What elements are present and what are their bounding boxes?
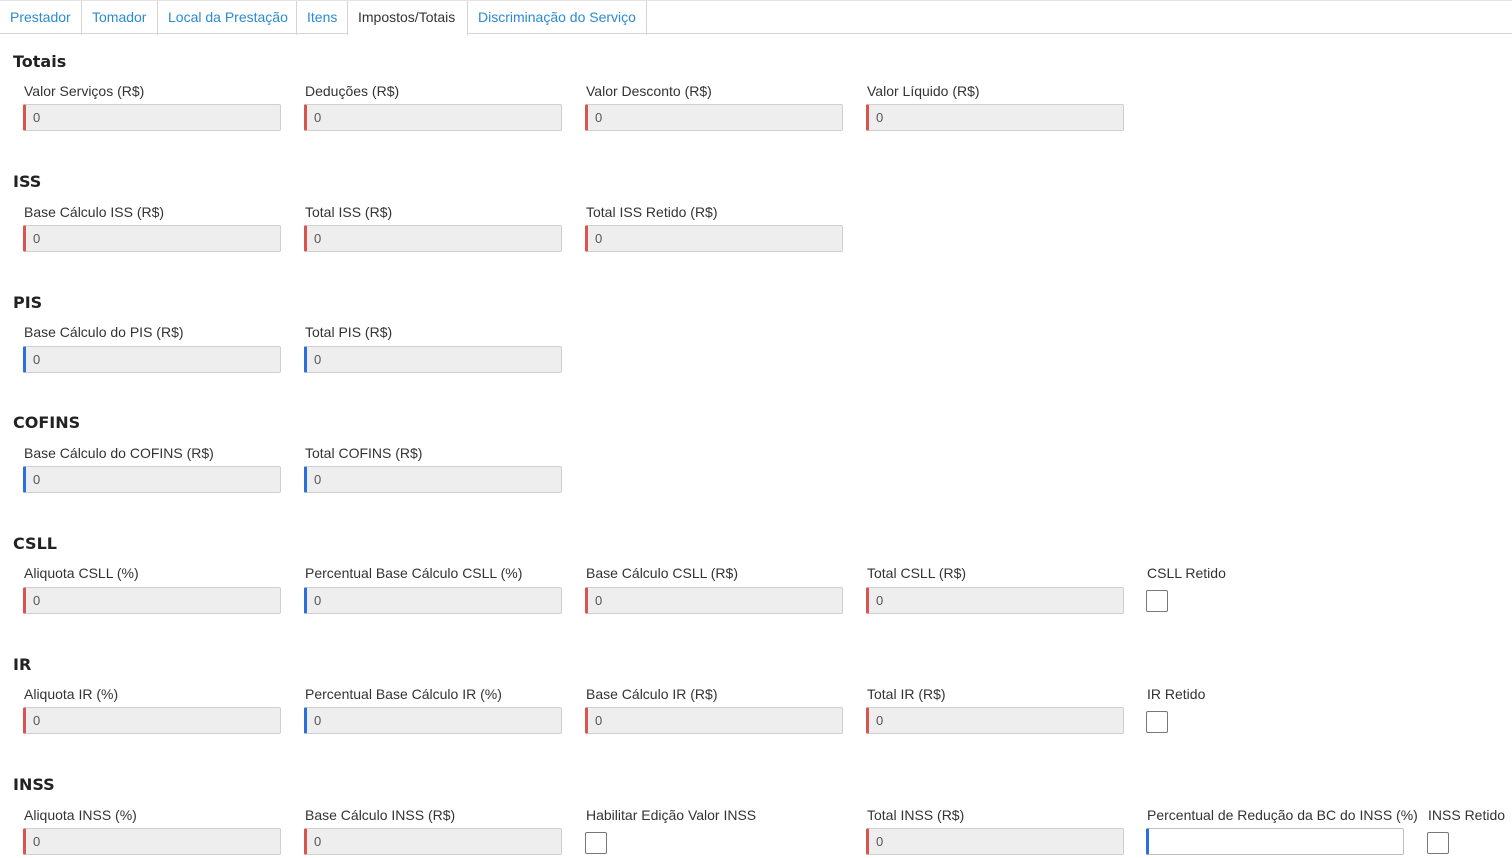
total-iss-label: Total ISS (R$) bbox=[305, 204, 393, 220]
base-calculo-cofins-label: Base Cálculo do COFINS (R$) bbox=[24, 445, 214, 461]
base-calculo-ir-label: Base Cálculo IR (R$) bbox=[586, 686, 718, 702]
section-title-iss: ISS bbox=[13, 172, 42, 191]
aliquota-inss-input[interactable]: 0 bbox=[23, 828, 281, 855]
total-cofins-label: Total COFINS (R$) bbox=[305, 445, 423, 461]
aliquota-csll-input[interactable]: 0 bbox=[23, 587, 281, 614]
habilitar-edicao-inss-checkbox[interactable] bbox=[585, 832, 607, 854]
percentual-base-csll-input[interactable]: 0 bbox=[304, 587, 562, 614]
tab-discriminacao-do-servico[interactable]: Discriminação do Serviço bbox=[468, 1, 647, 35]
total-iss-input[interactable]: 0 bbox=[304, 225, 562, 252]
total-iss-retido-label: Total ISS Retido (R$) bbox=[586, 204, 718, 220]
csll-retido-label: CSLL Retido bbox=[1147, 565, 1226, 581]
tab-prestador[interactable]: Prestador bbox=[0, 1, 82, 35]
total-ir-label: Total IR (R$) bbox=[867, 686, 946, 702]
base-calculo-csll-label: Base Cálculo CSLL (R$) bbox=[586, 565, 738, 581]
valor-liquido-input[interactable]: 0 bbox=[866, 104, 1124, 131]
tab-tomador[interactable]: Tomador bbox=[82, 1, 158, 35]
valor-desconto-input[interactable]: 0 bbox=[585, 104, 843, 131]
base-calculo-pis-label: Base Cálculo do PIS (R$) bbox=[24, 324, 184, 340]
ir-retido-label: IR Retido bbox=[1147, 686, 1206, 702]
section-title-csll: CSLL bbox=[13, 534, 57, 553]
deducoes-label: Deduções (R$) bbox=[305, 83, 400, 99]
tab-bar: Prestador Tomador Local da Prestação Ite… bbox=[0, 0, 1512, 36]
total-pis-label: Total PIS (R$) bbox=[305, 324, 393, 340]
aliquota-ir-input[interactable]: 0 bbox=[23, 707, 281, 734]
total-cofins-input[interactable]: 0 bbox=[304, 466, 562, 493]
total-inss-label: Total INSS (R$) bbox=[867, 807, 965, 823]
aliquota-inss-label: Aliquota INSS (%) bbox=[24, 807, 137, 823]
inss-retido-checkbox[interactable] bbox=[1427, 832, 1449, 854]
percentual-base-ir-input[interactable]: 0 bbox=[304, 707, 562, 734]
section-title-totais: Totais bbox=[13, 52, 67, 71]
tab-impostos-totais[interactable]: Impostos/Totais bbox=[348, 1, 468, 36]
base-calculo-inss-label: Base Cálculo INSS (R$) bbox=[305, 807, 456, 823]
base-calculo-cofins-input[interactable]: 0 bbox=[23, 466, 281, 493]
ir-retido-checkbox[interactable] bbox=[1146, 711, 1168, 733]
base-calculo-ir-input[interactable]: 0 bbox=[585, 707, 843, 734]
base-calculo-csll-input[interactable]: 0 bbox=[585, 587, 843, 614]
valor-servicos-input[interactable]: 0 bbox=[23, 104, 281, 131]
base-calculo-pis-input[interactable]: 0 bbox=[23, 346, 281, 373]
total-csll-label: Total CSLL (R$) bbox=[867, 565, 967, 581]
section-title-pis: PIS bbox=[13, 293, 43, 312]
valor-liquido-label: Valor Líquido (R$) bbox=[867, 83, 980, 99]
total-iss-retido-input[interactable]: 0 bbox=[585, 225, 843, 252]
total-csll-input[interactable]: 0 bbox=[866, 587, 1124, 614]
total-pis-input[interactable]: 0 bbox=[304, 346, 562, 373]
tab-itens[interactable]: Itens bbox=[297, 1, 348, 35]
valor-desconto-label: Valor Desconto (R$) bbox=[586, 83, 712, 99]
aliquota-csll-label: Aliquota CSLL (%) bbox=[24, 565, 139, 581]
csll-retido-checkbox[interactable] bbox=[1146, 590, 1168, 612]
valor-servicos-label: Valor Serviços (R$) bbox=[24, 83, 145, 99]
aliquota-ir-label: Aliquota IR (%) bbox=[24, 686, 119, 702]
deducoes-input[interactable]: 0 bbox=[304, 104, 562, 131]
base-calculo-inss-input[interactable]: 0 bbox=[304, 828, 562, 855]
section-title-inss: INSS bbox=[13, 775, 55, 794]
total-ir-input[interactable]: 0 bbox=[866, 707, 1124, 734]
percentual-base-ir-label: Percentual Base Cálculo IR (%) bbox=[305, 686, 502, 702]
base-calculo-iss-label: Base Cálculo ISS (R$) bbox=[24, 204, 165, 220]
percentual-base-csll-label: Percentual Base Cálculo CSLL (%) bbox=[305, 565, 523, 581]
percentual-reducao-inss-label: Percentual de Redução da BC do INSS (%) bbox=[1147, 807, 1418, 823]
tab-local-da-prestacao[interactable]: Local da Prestação bbox=[158, 1, 297, 35]
percentual-reducao-inss-input[interactable] bbox=[1146, 828, 1404, 855]
habilitar-edicao-inss-label: Habilitar Edição Valor INSS bbox=[586, 807, 757, 823]
section-title-ir: IR bbox=[13, 655, 32, 674]
base-calculo-iss-input[interactable]: 0 bbox=[23, 225, 281, 252]
total-inss-input[interactable]: 0 bbox=[866, 828, 1124, 855]
section-title-cofins: COFINS bbox=[13, 413, 81, 432]
inss-retido-label: INSS Retido bbox=[1428, 807, 1506, 823]
